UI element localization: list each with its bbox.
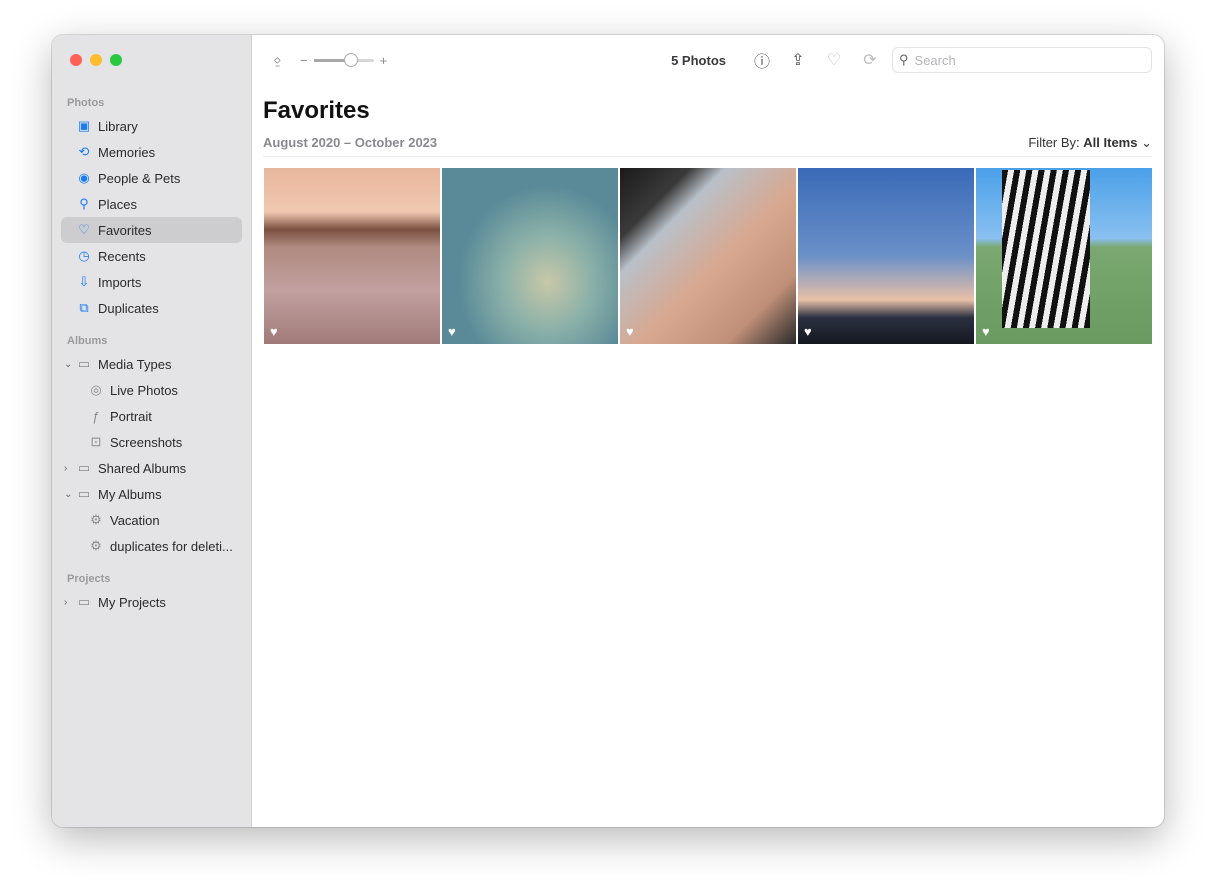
sidebar-item-shared-albums[interactable]: › ▭ Shared Albums [61,455,242,481]
album-stack-icon: ▭ [77,486,91,501]
zoom-button[interactable] [110,54,122,66]
duplicates-icon: ⧉ [79,300,89,315]
portrait-icon: ƒ [92,408,100,424]
favorite-heart-icon: ♥ [270,324,278,339]
label: Live Photos [110,382,178,398]
album-stack-icon: ▭ [77,594,91,609]
info-icon[interactable]: ⓘ [744,48,780,72]
photo-count: 5 Photos [671,52,726,68]
sidebar-item-memories[interactable]: ⟲ Memories [61,139,242,165]
aspect-ratio-icon[interactable]: ⍚ [270,51,286,69]
chevron-right-icon[interactable]: › [64,463,76,474]
places-icon: ⚲ [79,196,89,211]
import-icon: ⇩ [78,274,90,289]
sidebar-item-favorites[interactable]: ♡ Favorites [61,217,242,243]
slider-track[interactable] [313,52,374,67]
main-content: ⍚ − + 5 Photos ⓘ ⇪ ♡ ⟳ ⚲ Favorites Augus… [252,35,1164,827]
album-stack-icon: ▭ [77,356,91,371]
favorite-heart-icon: ♥ [626,324,634,339]
sidebar-item-my-projects[interactable]: › ▭ My Projects [61,589,242,615]
section-albums: Albums [67,335,108,347]
chevron-right-icon[interactable]: › [64,597,76,608]
live-photo-icon: ◎ [90,382,102,397]
photo-grid: ♥ ♥ ♥ ♥ ♥ [264,168,1164,344]
label: Portrait [110,408,152,424]
share-icon[interactable]: ⇪ [780,50,816,70]
sidebar-item-live-photos[interactable]: ◎ Live Photos [61,377,242,403]
favorite-heart-icon: ♥ [448,324,456,339]
label: Vacation [110,512,160,528]
label: Media Types [98,356,172,372]
photo-airplane-wing[interactable]: ♥ [442,168,618,344]
photo-airplane-window[interactable]: ♥ [620,168,796,344]
zoom-in-label: + [379,52,388,68]
label: Screenshots [110,434,183,450]
sidebar-item-portrait[interactable]: ƒ Portrait [61,403,242,429]
sidebar-item-duplicates-for-deletion[interactable]: ⚙ duplicates for deleti... [61,533,242,559]
rotate-icon[interactable]: ⟳ [852,50,888,70]
slider-knob[interactable] [343,52,358,67]
label: Duplicates [98,300,159,316]
label: My Projects [98,594,166,610]
zoom-out-label: − [300,52,308,68]
toolbar: ⍚ − + 5 Photos ⓘ ⇪ ♡ ⟳ ⚲ [252,35,1164,85]
sidebar-item-recents[interactable]: ◷ Recents [61,243,242,269]
chevron-down-icon[interactable]: ⌄ [64,489,76,500]
search-field[interactable]: ⚲ [892,47,1152,73]
sidebar: Photos ▣ Library ⟲ Memories ◉ People & Pets… [52,35,252,827]
close-button[interactable] [70,54,82,66]
date-range: August 2020 – October 2023 [263,135,438,150]
photo-evening-tree[interactable]: ♥ [798,168,974,344]
favorite-heart-icon: ♥ [804,324,812,339]
smart-album-gear-icon: ⚙ [90,538,102,553]
library-icon: ▣ [77,118,91,133]
heart-icon: ♡ [78,222,90,237]
label: Imports [98,274,142,290]
people-icon: ◉ [78,170,90,185]
photos-window: Photos ▣ Library ⟲ Memories ◉ People & Pets… [52,35,1164,827]
section-projects: Projects [67,573,111,585]
clock-icon: ◷ [78,248,90,263]
label: My Albums [98,486,162,502]
search-input[interactable] [914,52,1135,68]
photo-pier-sunset[interactable]: ♥ [264,168,440,344]
filter-dropdown[interactable]: Filter By: All Items ⌄ [1028,135,1152,151]
photo-zebra[interactable]: ♥ [976,168,1152,344]
sidebar-item-places[interactable]: ⚲ Places [61,191,242,217]
sidebar-item-people[interactable]: ◉ People & Pets [61,165,242,191]
shared-album-icon: ▭ [77,460,91,475]
sidebar-item-my-albums[interactable]: ⌄ ▭ My Albums [61,481,242,507]
smart-album-gear-icon: ⚙ [90,512,102,527]
chevron-down-icon: ⌄ [1141,135,1152,150]
favorite-heart-icon[interactable]: ♡ [816,50,852,70]
label: Recents [98,248,146,264]
label: Library [98,118,138,134]
window-controls [70,54,122,66]
label: People & Pets [98,170,181,186]
sidebar-item-imports[interactable]: ⇩ Imports [61,269,242,295]
sidebar-item-screenshots[interactable]: ⊡ Screenshots [61,429,242,455]
label: Memories [98,144,156,160]
memories-icon: ⟲ [78,144,90,159]
favorite-heart-icon: ♥ [982,324,990,339]
page-title: Favorites [263,97,370,124]
label: Places [98,196,138,212]
sidebar-item-media-types[interactable]: ⌄ ▭ Media Types [61,351,242,377]
label: duplicates for deleti... [110,538,233,554]
sidebar-item-library[interactable]: ▣ Library [61,113,242,139]
sidebar-item-vacation[interactable]: ⚙ Vacation [61,507,242,533]
minimize-button[interactable] [90,54,102,66]
zoom-slider[interactable]: − + [300,52,388,68]
filter-value: All Items [1083,135,1138,150]
filter-label: Filter By: [1028,135,1080,150]
section-photos: Photos [67,97,105,109]
chevron-down-icon[interactable]: ⌄ [64,359,76,370]
search-icon: ⚲ [899,52,909,67]
label: Shared Albums [98,460,187,476]
screenshot-icon: ⊡ [90,434,102,449]
sidebar-item-duplicates[interactable]: ⧉ Duplicates [61,295,242,321]
subheader: August 2020 – October 2023 Filter By: Al… [263,135,1152,157]
label: Favorites [98,222,152,238]
